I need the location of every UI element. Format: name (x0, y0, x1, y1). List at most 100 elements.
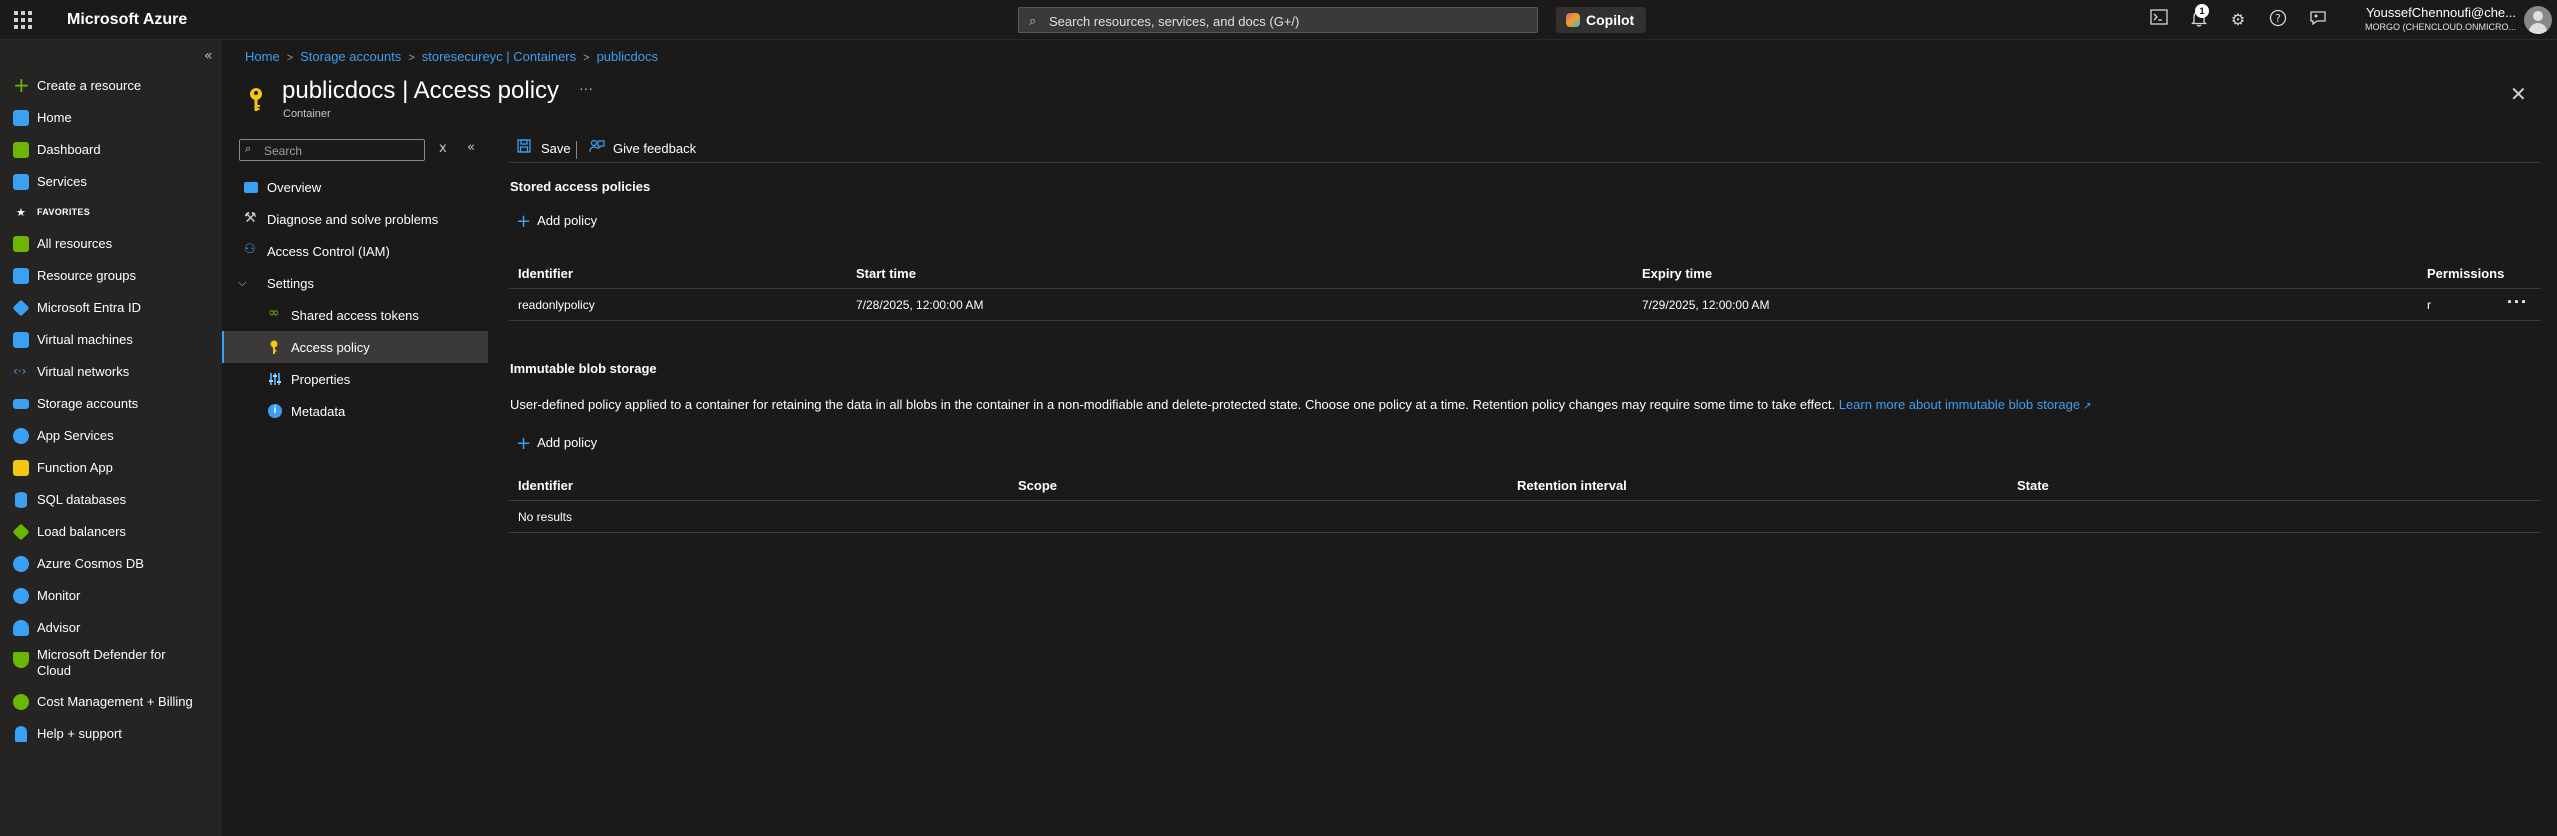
settings-gear-icon[interactable]: ⚙ (2227, 9, 2249, 31)
sidebar-item-label: Virtual machines (37, 332, 133, 347)
sidebar-item-dashboard[interactable]: Dashboard (0, 136, 222, 164)
learn-more-link[interactable]: Learn more about immutable blob storage (1839, 397, 2080, 412)
collapse-menu-button[interactable]: « (467, 140, 475, 155)
sidebar-item-virtual-networks[interactable]: ‹·› Virtual networks (0, 358, 222, 386)
feedback-icon[interactable] (2307, 9, 2329, 31)
menu-group-settings[interactable]: ⌵ Settings (222, 267, 488, 299)
feedback-icon (589, 139, 605, 157)
sidebar-item-home[interactable]: Home (0, 104, 222, 132)
all-resources-icon (13, 236, 29, 252)
sidebar-item-virtual-machines[interactable]: Virtual machines (0, 326, 222, 354)
command-bar: Save Give feedback (509, 135, 2541, 163)
cosmos-db-icon (13, 556, 29, 572)
help-support-icon (15, 726, 27, 742)
cloud-shell-icon[interactable] (2148, 9, 2170, 31)
table-header: Identifier Scope Retention interval Stat… (509, 469, 2541, 501)
svg-text:?: ? (2275, 12, 2281, 25)
table-row[interactable]: readonlypolicy 7/28/2025, 12:00:00 AM 7/… (509, 289, 2541, 321)
breadcrumb-home[interactable]: Home (245, 49, 280, 64)
sidebar-item-label: SQL databases (37, 492, 127, 507)
monitor-icon (13, 588, 29, 604)
copilot-button[interactable]: Copilot (1556, 7, 1646, 33)
sidebar-item-label: Microsoft Defender for Cloud (37, 647, 166, 678)
add-policy-label: Add policy (537, 435, 598, 450)
sidebar-item-load-balancers[interactable]: Load balancers (0, 518, 222, 546)
entra-id-icon (12, 299, 30, 317)
wrench-icon: ⚒ (244, 210, 257, 226)
sidebar-item-label: App Services (37, 428, 114, 443)
resource-groups-icon (13, 268, 29, 284)
resource-menu-search-placeholder: Search (264, 144, 303, 158)
global-search-input[interactable]: ⌕ Search resources, services, and docs (… (1018, 7, 1538, 33)
sidebar-item-label: Services (37, 174, 87, 189)
storage-account-icon (13, 399, 29, 409)
menu-item-label: Access Control (IAM) (267, 244, 390, 259)
shield-icon (13, 652, 29, 668)
sidebar-item-entra-id[interactable]: Microsoft Entra ID (0, 294, 222, 322)
sidebar-item-label: Monitor (37, 588, 81, 603)
menu-item-access-policy[interactable]: Access policy (222, 331, 488, 363)
clear-search-button[interactable]: x (439, 141, 447, 156)
sidebar-item-label: Dashboard (37, 142, 101, 157)
sidebar-item-resource-groups[interactable]: Resource groups (0, 262, 222, 290)
sidebar-item-advisor[interactable]: Advisor (0, 614, 222, 642)
sidebar-item-help-support[interactable]: Help + support (0, 720, 222, 748)
sidebar-item-function-app[interactable]: Function App (0, 454, 222, 482)
add-stored-policy-button[interactable]: + Add policy (516, 211, 597, 232)
menu-item-overview[interactable]: Overview (222, 171, 488, 203)
sidebar-item-defender[interactable]: Microsoft Defender for Cloud (0, 646, 222, 684)
sidebar-item-services[interactable]: Services (0, 168, 222, 196)
menu-item-iam[interactable]: ⚇ Access Control (IAM) (222, 235, 488, 267)
copilot-icon (1566, 13, 1580, 27)
search-icon: ⌕ (245, 143, 252, 155)
command-divider (576, 141, 577, 159)
save-label: Save (541, 141, 571, 156)
sidebar-item-storage-accounts[interactable]: Storage accounts (0, 390, 222, 418)
sidebar-item-label: Cost Management + Billing (37, 694, 193, 709)
sidebar-item-cost-management[interactable]: Cost Management + Billing (0, 688, 222, 716)
breadcrumb-storage-accounts[interactable]: Storage accounts (300, 49, 401, 64)
portal-menu-icon[interactable] (14, 11, 32, 29)
menu-item-properties[interactable]: Properties (222, 363, 488, 395)
virtual-network-icon: ‹·› (13, 364, 27, 378)
sidebar-item-monitor[interactable]: Monitor (0, 582, 222, 610)
column-header-state: State (2017, 478, 2049, 493)
menu-item-label: Access policy (291, 340, 370, 355)
no-results-text: No results (518, 510, 573, 524)
save-button[interactable]: Save (517, 139, 571, 159)
table-row-empty: No results (509, 501, 2541, 533)
resource-menu-search-input[interactable]: ⌕ Search (239, 139, 425, 161)
brand-title[interactable]: Microsoft Azure (67, 11, 187, 29)
collapse-sidebar-button[interactable]: « (204, 48, 213, 64)
sidebar-item-label: Help + support (37, 726, 122, 741)
app-services-icon (13, 428, 29, 444)
give-feedback-button[interactable]: Give feedback (589, 139, 696, 159)
home-icon (13, 110, 29, 126)
sidebar-item-create-resource[interactable]: + Create a resource (0, 72, 222, 100)
sidebar-item-sql-databases[interactable]: SQL databases (0, 486, 222, 514)
people-icon: ⚇ (244, 242, 256, 257)
sidebar-item-label: Home (37, 110, 72, 125)
account-menu[interactable]: YoussefChennoufi@che... MORGO (CHENCLOUD… (2358, 5, 2516, 32)
sidebar-item-app-services[interactable]: App Services (0, 422, 222, 450)
user-tenant: MORGO (CHENCLOUD.ONMICRO... (2364, 22, 2516, 32)
help-icon[interactable]: ? (2267, 9, 2289, 31)
menu-item-diagnose[interactable]: ⚒ Diagnose and solve problems (222, 203, 488, 235)
menu-item-shared-access-tokens[interactable]: ∞ Shared access tokens (222, 299, 488, 331)
sidebar-item-all-resources[interactable]: All resources (0, 230, 222, 258)
sidebar-item-cosmos-db[interactable]: Azure Cosmos DB (0, 550, 222, 578)
avatar[interactable] (2524, 6, 2552, 34)
table-header: Identifier Start time Expiry time Permis… (509, 257, 2541, 289)
page-subtitle: Container (283, 108, 331, 120)
load-balancer-icon (12, 523, 30, 541)
plus-icon: + (516, 433, 532, 454)
cell-permissions: r (2427, 298, 2431, 312)
plus-icon: + (516, 211, 532, 232)
row-more-actions-button[interactable]: ··· (2507, 292, 2528, 313)
favorites-heading: ★ FAVORITES (16, 206, 91, 219)
chevron-down-icon: ⌵ (238, 276, 247, 289)
dashboard-icon (13, 142, 29, 158)
add-immutable-policy-button[interactable]: + Add policy (516, 433, 597, 454)
menu-item-metadata[interactable]: i Metadata (222, 395, 488, 427)
add-policy-label: Add policy (537, 213, 598, 228)
